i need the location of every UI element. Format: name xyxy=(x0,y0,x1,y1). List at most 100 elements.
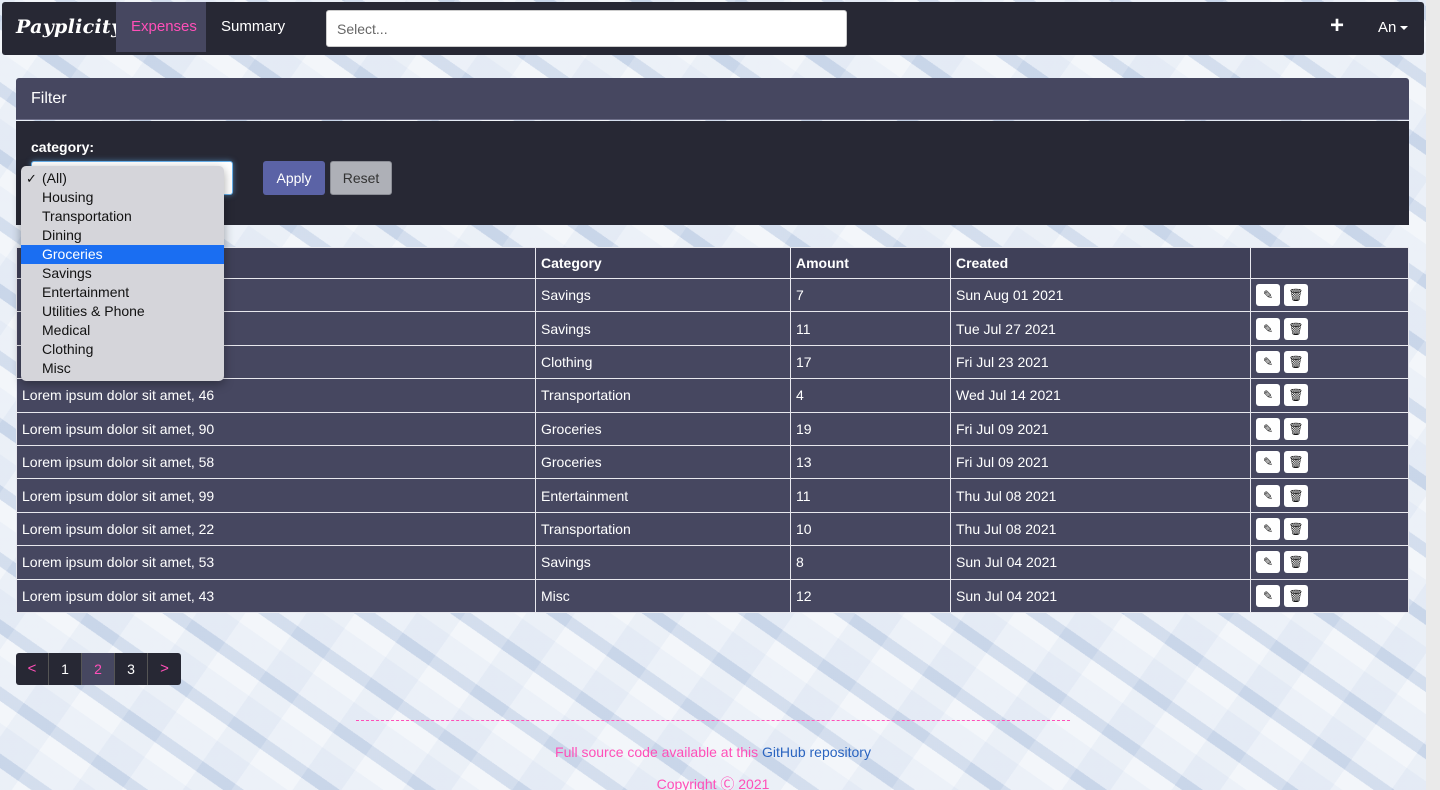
pagination: < 1 2 3 > xyxy=(16,653,181,685)
cell-actions: ✎ 🗑 xyxy=(1250,344,1409,380)
trash-icon[interactable]: 🗑 xyxy=(1284,350,1308,373)
header-amount[interactable]: Amount xyxy=(790,247,951,279)
plus-icon[interactable]: + xyxy=(1330,13,1344,39)
cell-actions: ✎ 🗑 xyxy=(1250,444,1409,480)
cell-created: Wed Jul 14 2021 xyxy=(950,378,1251,413)
user-menu[interactable]: An xyxy=(1378,19,1409,36)
cell-created: Sun Jul 04 2021 xyxy=(950,545,1251,580)
header-actions xyxy=(1250,247,1409,279)
expenses-table: Category Amount Created Savings 7 Sun Aug … xyxy=(16,247,1409,613)
dropdown-option-dining[interactable]: Dining xyxy=(21,226,224,245)
header-category[interactable]: Category xyxy=(535,247,791,279)
page-2-button[interactable]: 2 xyxy=(82,653,115,685)
github-link[interactable]: GitHub repository xyxy=(762,744,871,760)
dropdown-option-medical[interactable]: Medical xyxy=(21,321,224,340)
table-header-row: Category Amount Created xyxy=(16,247,1409,279)
user-name: An xyxy=(1378,19,1397,36)
table-row: Lorem ipsum dolor sit amet, 53 Savings 8 Su… xyxy=(16,545,1409,580)
cell-category: Groceries xyxy=(535,444,791,480)
edit-icon[interactable]: ✎ xyxy=(1256,317,1280,340)
cell-amount: 17 xyxy=(790,344,951,380)
footer-divider xyxy=(356,720,1070,721)
dropdown-option-all[interactable]: ✓ (All) xyxy=(21,169,224,188)
caret-down-icon xyxy=(1400,26,1409,31)
table-row: Savings 7 Sun Aug 01 2021 ✎ 🗑 xyxy=(16,277,1409,313)
dropdown-option-clothing[interactable]: Clothing xyxy=(21,340,224,359)
prev-page-button[interactable]: < xyxy=(16,653,49,685)
trash-icon[interactable]: 🗑 xyxy=(1284,484,1308,507)
brand-logo[interactable]: Payplicity xyxy=(16,16,122,38)
dropdown-option-housing[interactable]: Housing xyxy=(21,188,224,207)
header-created[interactable]: Created xyxy=(950,247,1251,279)
dropdown-option-groceries[interactable]: Groceries xyxy=(21,245,224,264)
cell-description: Lorem ipsum dolor sit amet, 46 xyxy=(16,378,536,413)
table-row: Lorem ipsum dolor sit amet, 22 Transporta… xyxy=(16,511,1409,547)
top-navbar: Payplicity Expenses Summary + An xyxy=(2,2,1424,55)
edit-icon[interactable]: ✎ xyxy=(1256,284,1280,307)
cell-actions: ✎ 🗑 xyxy=(1250,411,1409,446)
dropdown-option-entertainment[interactable]: Entertainment xyxy=(21,283,224,302)
cell-category: Groceries xyxy=(535,411,791,446)
trash-icon[interactable]: 🗑 xyxy=(1284,384,1308,407)
dropdown-option-transportation[interactable]: Transportation xyxy=(21,207,224,226)
cell-created: Thu Jul 08 2021 xyxy=(950,478,1251,513)
cell-description: Lorem ipsum dolor sit amet, 90 xyxy=(16,411,536,446)
edit-icon[interactable]: ✎ xyxy=(1256,517,1280,540)
dropdown-option-utilities[interactable]: Utilities & Phone xyxy=(21,302,224,321)
filter-panel-header: Filter xyxy=(16,78,1409,120)
cell-category: Savings xyxy=(535,545,791,580)
trash-icon[interactable]: 🗑 xyxy=(1284,551,1308,574)
edit-icon[interactable]: ✎ xyxy=(1256,350,1280,373)
cell-created: Sun Aug 01 2021 xyxy=(950,277,1251,313)
edit-icon[interactable]: ✎ xyxy=(1256,484,1280,507)
trash-icon[interactable]: 🗑 xyxy=(1284,284,1308,307)
cell-actions: ✎ 🗑 xyxy=(1250,478,1409,513)
table-row: Lorem ipsum dolor sit amet, 43 Misc 12 Sun … xyxy=(16,578,1409,613)
reset-button[interactable]: Reset xyxy=(330,161,392,195)
cell-actions: ✎ 🗑 xyxy=(1250,378,1409,413)
trash-icon[interactable]: 🗑 xyxy=(1284,417,1308,440)
edit-icon[interactable]: ✎ xyxy=(1256,584,1280,607)
cell-amount: 8 xyxy=(790,545,951,580)
cell-category: Misc xyxy=(535,578,791,613)
cell-actions: ✎ 🗑 xyxy=(1250,545,1409,580)
trash-icon[interactable]: 🗑 xyxy=(1284,317,1308,340)
cell-category: Transportation xyxy=(535,378,791,413)
option-label: (All) xyxy=(42,170,67,186)
page-1-button[interactable]: 1 xyxy=(49,653,82,685)
cell-amount: 19 xyxy=(790,411,951,446)
cell-created: Fri Jul 09 2021 xyxy=(950,444,1251,480)
cell-amount: 4 xyxy=(790,378,951,413)
tab-expenses[interactable]: Expenses xyxy=(116,2,206,52)
dropdown-option-savings[interactable]: Savings xyxy=(21,264,224,283)
cell-created: Thu Jul 08 2021 xyxy=(950,511,1251,547)
apply-button[interactable]: Apply xyxy=(263,161,325,195)
cell-description: Lorem ipsum dolor sit amet, 43 xyxy=(16,578,536,613)
filter-panel-body: category: Apply Reset xyxy=(16,121,1409,225)
edit-icon[interactable]: ✎ xyxy=(1256,384,1280,407)
table-row: Lorem ipsum dolor sit amet, 90 Groceries 1… xyxy=(16,411,1409,446)
page-3-button[interactable]: 3 xyxy=(115,653,148,685)
cell-amount: 13 xyxy=(790,444,951,480)
edit-icon[interactable]: ✎ xyxy=(1256,551,1280,574)
trash-icon[interactable]: 🗑 xyxy=(1284,451,1308,474)
page-scrollbar[interactable] xyxy=(1426,0,1440,790)
edit-icon[interactable]: ✎ xyxy=(1256,417,1280,440)
table-row: Lorem ipsum dolor sit amet, 58 Groceries 1… xyxy=(16,444,1409,480)
cell-amount: 11 xyxy=(790,311,951,346)
table-row: Lorem ipsum dolor sit amet, 46 Transporta… xyxy=(16,378,1409,413)
dropdown-option-misc[interactable]: Misc xyxy=(21,359,224,378)
cell-amount: 10 xyxy=(790,511,951,547)
next-page-button[interactable]: > xyxy=(148,653,181,685)
edit-icon[interactable]: ✎ xyxy=(1256,451,1280,474)
cell-amount: 11 xyxy=(790,478,951,513)
check-icon: ✓ xyxy=(26,171,37,186)
trash-icon[interactable]: 🗑 xyxy=(1284,584,1308,607)
table-row: Lorem ipsum dolor sit amet, 99 Entertainm… xyxy=(16,478,1409,513)
tab-summary[interactable]: Summary xyxy=(206,2,300,52)
cell-category: Entertainment xyxy=(535,478,791,513)
search-select-input[interactable] xyxy=(326,10,847,47)
footer-copyright: Copyright Ⓒ 2021 xyxy=(656,776,770,790)
cell-amount: 12 xyxy=(790,578,951,613)
trash-icon[interactable]: 🗑 xyxy=(1284,517,1308,540)
